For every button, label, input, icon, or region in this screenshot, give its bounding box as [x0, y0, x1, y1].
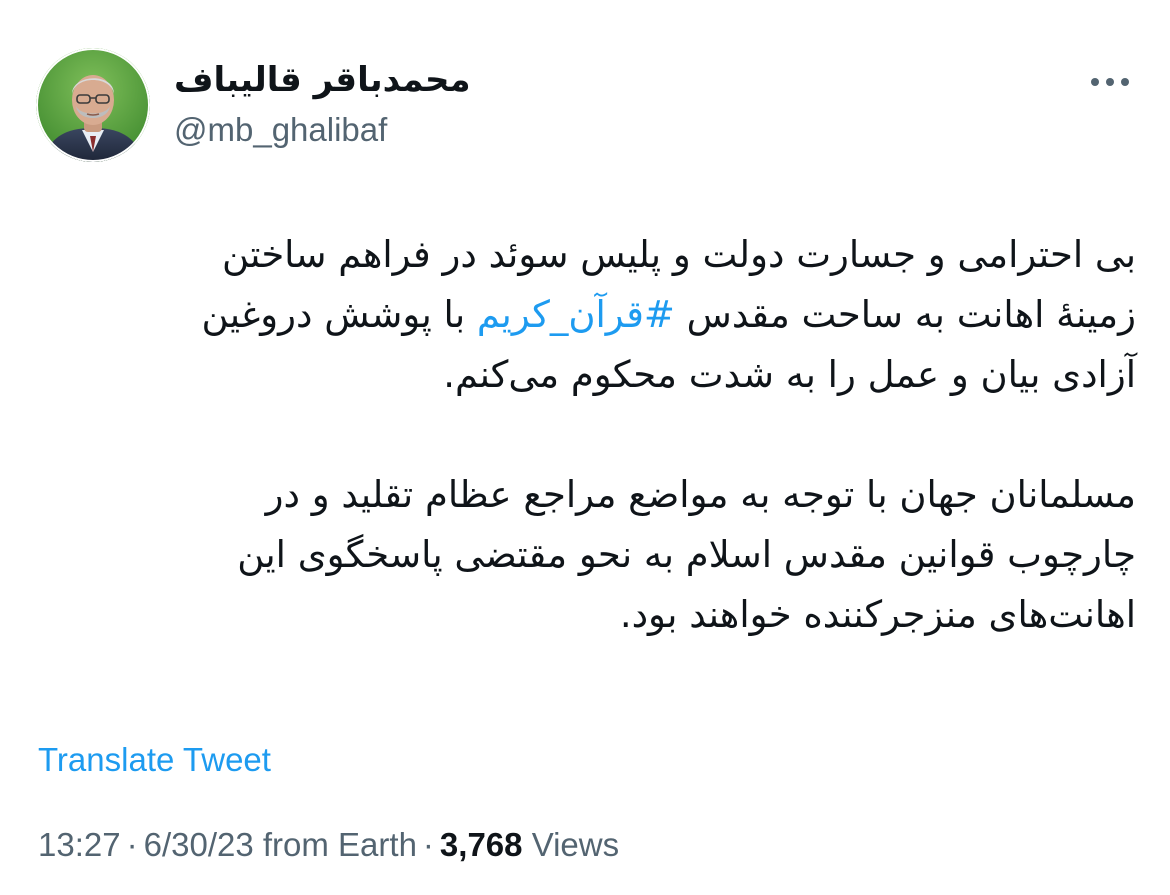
display-name[interactable]: محمدباقر قالیباف — [174, 56, 474, 104]
tweet-text: بی احترامی و جسارت دولت و پلیس سوئد در ف… — [100, 225, 1136, 645]
views-count[interactable]: 3,768 — [440, 826, 523, 863]
more-button[interactable] — [1078, 60, 1142, 104]
avatar[interactable] — [36, 48, 150, 162]
separator: · — [126, 826, 138, 863]
separator: · — [422, 826, 434, 863]
tweet-source: from Earth — [262, 826, 417, 863]
translate-tweet-link[interactable]: Translate Tweet — [38, 738, 271, 782]
tweet-card: محمدباقر قالیباف @mb_ghalibaf بی احترامی… — [0, 0, 1170, 895]
tweet-date[interactable]: 6/30/23 — [144, 826, 254, 863]
user-handle[interactable]: @mb_ghalibaf — [174, 108, 387, 152]
tweet-line: زمینهٔ اهانت به ساحت مقدس #قرآن_کریم با … — [100, 285, 1136, 345]
tweet-line: آزادی بیان و عمل را به شدت محکوم می‌کنم. — [443, 353, 1136, 396]
tweet-line: مسلمانان جهان با توجه به مواضع مراجع عظا… — [265, 473, 1136, 516]
hashtag-link[interactable]: #قرآن_کریم — [477, 293, 675, 336]
tweet-line: چارچوب قوانین مقدس اسلام به نحو مقتضی پا… — [237, 533, 1136, 576]
tweet-line-segment: با پوشش دروغین — [201, 293, 477, 336]
avatar-image — [36, 48, 150, 162]
more-horizontal-icon — [1088, 78, 1133, 86]
tweet-metadata: 13:27 · 6/30/23 from Earth · 3,768 Views — [38, 823, 619, 867]
tweet-line-segment: زمینهٔ اهانت به ساحت مقدس — [674, 293, 1136, 336]
views-label[interactable]: Views — [532, 826, 619, 863]
tweet-line: اهانت‌های منزجرکننده خواهند بود. — [619, 593, 1136, 636]
tweet-time[interactable]: 13:27 — [38, 826, 121, 863]
tweet-line: بی احترامی و جسارت دولت و پلیس سوئد در ف… — [221, 233, 1136, 276]
